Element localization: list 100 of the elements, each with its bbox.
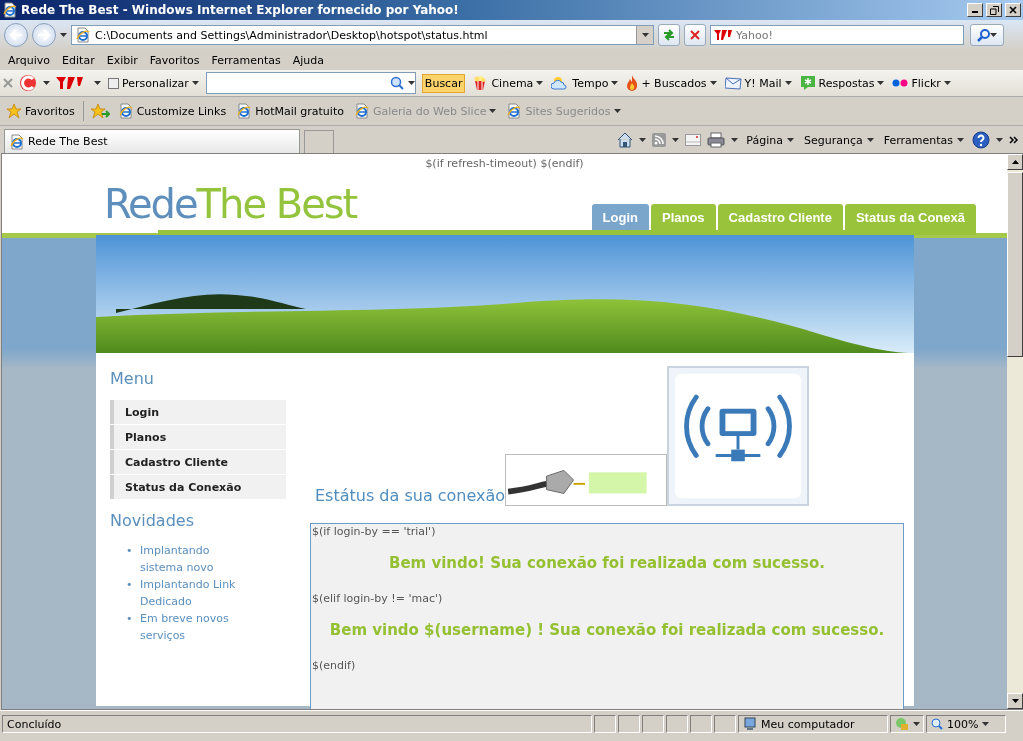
down-arrow-icon [1011,699,1019,703]
search-field[interactable]: Yahoo! [736,28,963,42]
status-text: Concluído [2,715,592,733]
list-bullet: • [126,577,132,593]
globe-icon[interactable] [19,74,37,92]
toolbar-button[interactable]: Flickr [891,76,952,90]
menu-item[interactable]: Exibir [100,51,144,69]
success-message: Bem vindo $(username) ! Sua conexão foi realizada com sucesso. [328,620,886,641]
status-pane [618,715,640,733]
menu-item[interactable]: Ferramentas [205,51,287,69]
stop-button[interactable] [684,24,706,46]
minimize-button[interactable] [967,3,983,17]
customize-button[interactable]: Personalizar [107,76,200,90]
success-message: Bem vindo! Sua conexão foi realizada com sucesso. [387,553,827,574]
printer-icon[interactable] [707,132,726,148]
toolbar-button[interactable]: Y! Mail [723,76,793,90]
favorites-link[interactable]: Customize Links [115,103,229,119]
zoom-level[interactable]: 100% [926,715,1006,733]
status-pane [642,715,664,733]
checkbox-icon [108,77,119,89]
scrollbar-thumb[interactable] [1007,172,1023,357]
caret-icon[interactable] [672,138,680,142]
toolbar-search-field[interactable] [205,72,416,94]
sidebar-menu-item[interactable]: Cadastro Cliente [110,450,286,474]
caret-icon[interactable] [709,81,717,85]
browser-tab[interactable]: Rede The Best [4,129,300,153]
address-field[interactable]: C:\Documents and Settings\Administrador\Desktop\hotspot\status.html [95,28,632,42]
list-bullet: • [126,611,132,627]
caret-icon[interactable] [536,81,544,85]
caret-icon[interactable] [731,138,739,142]
search-icon [977,28,990,42]
sidebar-menu-item[interactable]: Login [110,400,286,424]
menu-item[interactable]: Arquivo [2,51,57,69]
search-icon [389,76,404,90]
two-dots-icon [892,79,909,87]
caret-icon[interactable] [866,138,874,142]
toolbar-button[interactable]: Tempo [550,76,620,90]
caret-icon[interactable] [957,138,964,142]
menu-item[interactable]: Editar [56,51,101,69]
globe-lock-icon [895,717,909,731]
stop-icon [689,29,701,41]
caret-icon[interactable] [43,81,50,85]
close-button[interactable] [1005,3,1021,17]
menu-item[interactable]: Ajuda [286,51,331,69]
template-code-line: $(if login-by == 'trial') [311,524,437,540]
caret-icon[interactable] [943,81,951,85]
yahoo-logo-icon [714,30,732,40]
sidebar-menu-item[interactable]: Status da Conexão [110,475,286,499]
caret-icon[interactable] [913,722,920,726]
page-icon [9,133,25,150]
scrollbar-track[interactable] [1007,154,1023,709]
rss-feed-icon[interactable] [652,133,667,147]
caret-icon[interactable] [877,81,885,85]
status-pane [594,715,616,733]
search-button[interactable] [970,24,1004,46]
caret-icon[interactable] [641,33,649,37]
caret-icon[interactable] [611,81,619,85]
magnifier-icon [931,718,943,730]
menu-item[interactable]: Favoritos [143,51,206,69]
caret-icon[interactable] [94,81,101,85]
scroll-down-button[interactable] [1007,693,1023,709]
caret-icon[interactable] [990,33,997,37]
help-icon[interactable] [972,131,990,149]
security-zone: Meu computador [738,715,888,733]
favorites-link[interactable]: HotMail gratuito [234,103,346,119]
refresh-button[interactable] [658,24,680,46]
caret-icon[interactable] [191,81,199,85]
caret-icon[interactable] [982,722,990,726]
cloud-icon [551,76,570,90]
command-button[interactable]: Segurança [801,133,876,147]
scroll-up-button[interactable] [1007,154,1023,170]
status-pane [714,715,736,733]
news-link[interactable]: Implantando sistema novo [140,542,238,576]
command-button[interactable]: Ferramentas [881,133,966,147]
chevron-icon[interactable] [1009,136,1019,144]
envelope-icon[interactable] [685,134,702,146]
caret-icon[interactable] [60,33,67,37]
envelope-icon [724,76,742,90]
caret-icon[interactable] [407,81,415,85]
address-bar[interactable]: C:\Documents and Settings\Administrador\Desktop\hotspot\status.html [71,25,654,45]
caret-icon[interactable] [784,81,792,85]
home-icon[interactable] [617,132,634,148]
news-link[interactable]: Implantando Link Dedicado [140,576,238,610]
search-bar[interactable]: Yahoo! [710,25,964,45]
protected-mode-button[interactable] [890,715,924,733]
search-button[interactable]: Buscar [421,73,466,93]
favorites-button[interactable]: Favoritos [4,103,77,119]
toolbar-button[interactable]: Cinema [471,75,545,91]
caret-icon[interactable] [996,138,1003,142]
command-button[interactable]: Página [744,133,796,147]
restore-button[interactable] [986,3,1002,17]
speech-bubble-icon [799,75,816,91]
sidebar-menu-item[interactable]: Planos [110,425,286,449]
caret-icon[interactable] [786,138,794,142]
news-link[interactable]: Em breve novos serviços [140,610,238,644]
news-heading: Novidades [110,511,195,530]
toolbar-button[interactable]: Respostas [798,75,886,91]
toolbar-button[interactable]: + Buscados [625,75,718,91]
caret-icon[interactable] [639,138,647,142]
site-logo: RedeThe Best [103,184,357,224]
